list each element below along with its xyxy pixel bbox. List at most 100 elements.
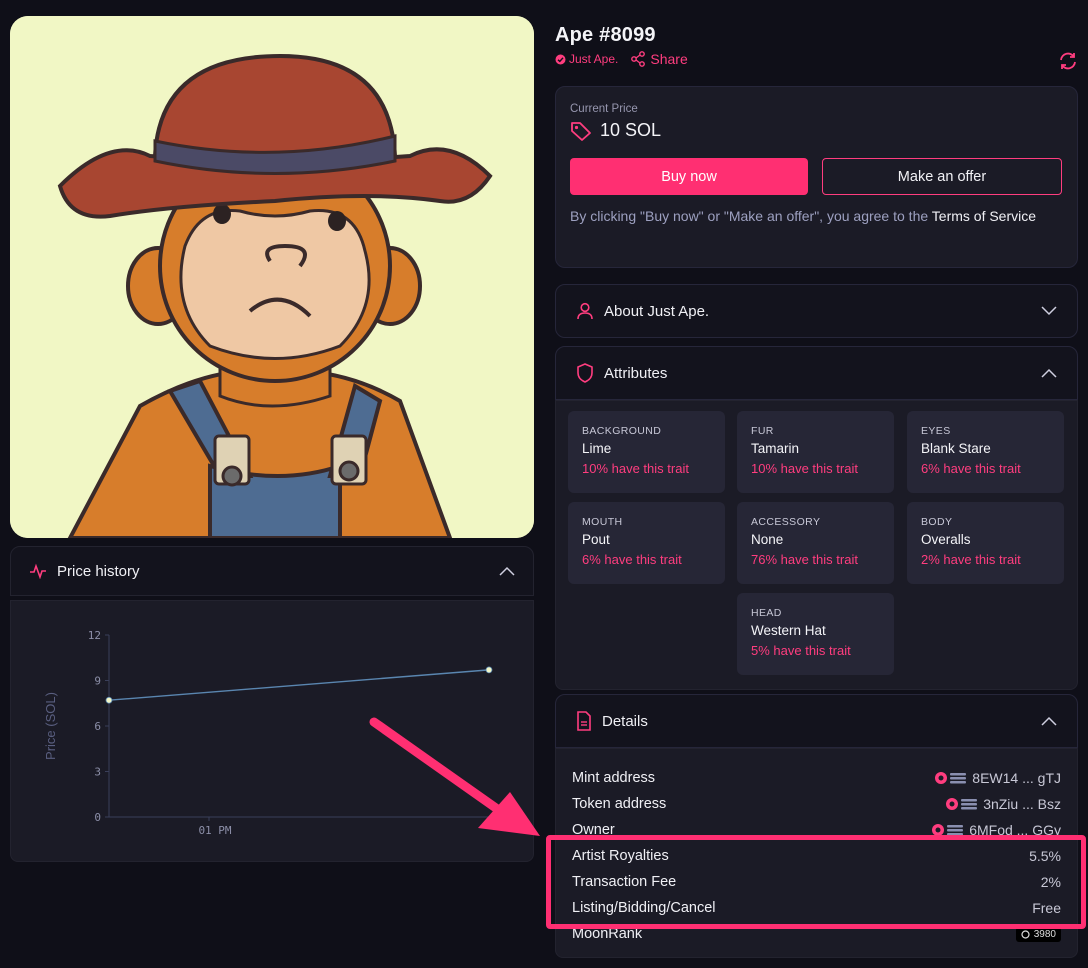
price-tag-icon — [571, 121, 591, 141]
terms-text: By clicking "Buy now" or "Make an offer"… — [570, 205, 1063, 227]
details-label: Transaction Fee — [572, 874, 677, 890]
price-card: Current Price 10 SOL Buy now Make an off… — [555, 86, 1078, 268]
chevron-up-icon[interactable] — [1041, 368, 1057, 378]
attribute-rarity: 5% have this trait — [751, 643, 851, 658]
y-tick-label: 6 — [94, 720, 101, 733]
y-tick-label: 3 — [94, 766, 101, 779]
details-list: Mint address 8EW14 ... gTJ Token address — [555, 748, 1078, 958]
price-history-header[interactable]: Price history — [10, 546, 534, 596]
attribute-rarity: 76% have this trait — [751, 552, 858, 567]
activity-icon — [30, 563, 46, 579]
collection-name: Just Ape. — [569, 52, 619, 66]
attribute-card[interactable]: ACCESSORY None 76% have this trait — [737, 502, 894, 584]
explorer-icon — [946, 798, 978, 810]
attribute-rarity: 6% have this trait — [582, 552, 682, 567]
explorer-icons[interactable] — [931, 823, 965, 837]
attribute-card[interactable]: FUR Tamarin 10% have this trait — [737, 411, 894, 493]
document-icon — [577, 711, 591, 731]
attribute-rarity: 10% have this trait — [751, 461, 858, 476]
chevron-up-icon[interactable] — [499, 566, 515, 576]
verified-icon — [555, 54, 566, 64]
nft-image[interactable] — [10, 16, 534, 538]
attribute-type: BACKGROUND — [582, 425, 662, 437]
details-label: Token address — [572, 796, 667, 812]
details-label: MoonRank — [572, 926, 643, 942]
owner-address[interactable]: 6MFod ... GGy — [969, 822, 1061, 838]
chevron-down-icon[interactable] — [1041, 306, 1057, 316]
details-label: Mint address — [572, 770, 656, 786]
explorer-icon — [935, 772, 967, 784]
x-tick-label: 01 PM — [198, 824, 231, 837]
make-offer-button[interactable]: Make an offer — [822, 158, 1062, 195]
attribute-value: Western Hat — [751, 623, 826, 638]
current-price-value: 10 SOL — [600, 120, 662, 140]
details-title: Details — [602, 712, 648, 730]
y-axis-label: Price (SOL) — [43, 692, 58, 760]
token-address[interactable]: 3nZiu ... Bsz — [983, 796, 1061, 812]
attribute-value: None — [751, 532, 784, 547]
attribute-type: HEAD — [751, 607, 782, 619]
series-line — [108, 669, 490, 701]
attribute-type: ACCESSORY — [751, 516, 821, 528]
y-tick-label: 0 — [94, 811, 101, 824]
right-column: Ape #8099 Just Ape. Share Current Price … — [555, 24, 1078, 958]
attributes-title: Attributes — [604, 364, 668, 382]
explorer-icons[interactable] — [945, 797, 979, 811]
royalties-value: 5.5% — [1029, 848, 1061, 864]
y-tick-label: 9 — [94, 675, 101, 688]
about-accordion[interactable]: About Just Ape. — [555, 284, 1078, 338]
buy-now-button[interactable]: Buy now — [570, 158, 808, 195]
terms-prefix: By clicking "Buy now" or "Make an offer"… — [570, 208, 932, 224]
attribute-card[interactable]: HEAD Western Hat 5% have this trait — [737, 593, 894, 675]
terms-link[interactable]: Terms of Service — [932, 208, 1036, 224]
attribute-value: Overalls — [921, 532, 971, 547]
attribute-type: FUR — [751, 425, 774, 437]
share-icon — [631, 51, 646, 67]
attribute-value: Blank Stare — [921, 441, 991, 456]
attribute-type: BODY — [921, 516, 953, 528]
share-label: Share — [650, 51, 688, 67]
chevron-up-icon[interactable] — [1041, 716, 1057, 726]
details-label: Listing/Bidding/Cancel — [572, 900, 716, 916]
price-chart-svg: 0 3 6 9 12 01 PM Price (SOL) — [43, 629, 493, 837]
moon-icon — [1021, 929, 1030, 939]
attribute-card[interactable]: EYES Blank Stare 6% have this trait — [907, 411, 1064, 493]
details-row-token: Token address 3nZiu ... Bsz — [572, 791, 1061, 817]
details-row-royalties: Artist Royalties 5.5% — [572, 843, 1061, 869]
attribute-card[interactable]: BACKGROUND Lime 10% have this trait — [568, 411, 725, 493]
explorer-icons[interactable] — [934, 771, 968, 785]
collection-link[interactable]: Just Ape. — [555, 52, 618, 66]
attribute-card[interactable]: MOUTH Pout 6% have this trait — [568, 502, 725, 584]
details-row-owner: Owner 6MFod ... GGy — [572, 817, 1061, 843]
attribute-card[interactable]: BODY Overalls 2% have this trait — [907, 502, 1064, 584]
data-point — [485, 666, 493, 674]
mint-address[interactable]: 8EW14 ... gTJ — [972, 770, 1061, 786]
y-tick-label: 12 — [88, 629, 101, 642]
details-row-moonrank: MoonRank 3980 — [572, 921, 1061, 947]
moonrank-badge[interactable]: 3980 — [1015, 926, 1061, 942]
price-history-title: Price history — [57, 562, 140, 580]
price-history-label: Price history — [29, 563, 140, 580]
attribute-rarity: 6% have this trait — [921, 461, 1021, 476]
attributes-accordion[interactable]: Attributes — [555, 346, 1078, 400]
moonrank-value: 3980 — [1033, 928, 1056, 940]
ape-illustration — [10, 16, 534, 538]
attribute-value: Tamarin — [751, 441, 800, 456]
attribute-type: EYES — [921, 425, 951, 437]
attribute-rarity: 10% have this trait — [582, 461, 689, 476]
details-row-listing: Listing/Bidding/Cancel Free — [572, 895, 1061, 921]
attribute-value: Lime — [582, 441, 612, 456]
attribute-value: Pout — [582, 532, 610, 547]
details-label: Artist Royalties — [572, 848, 669, 864]
price-history-chart: 0 3 6 9 12 01 PM Price (SOL) — [10, 600, 534, 862]
nft-title: Ape #8099 — [555, 24, 656, 46]
listing-value: Free — [1032, 900, 1061, 916]
share-button[interactable]: Share — [630, 51, 688, 67]
details-accordion[interactable]: Details — [555, 694, 1078, 748]
details-label: Owner — [572, 822, 615, 838]
left-column: Price history 0 3 6 9 12 01 PM Price (SOL) — [10, 16, 534, 862]
refresh-icon[interactable] — [1058, 52, 1078, 70]
explorer-icon — [932, 824, 964, 836]
fee-value: 2% — [1040, 874, 1061, 890]
details-row-mint: Mint address 8EW14 ... gTJ — [572, 765, 1061, 791]
